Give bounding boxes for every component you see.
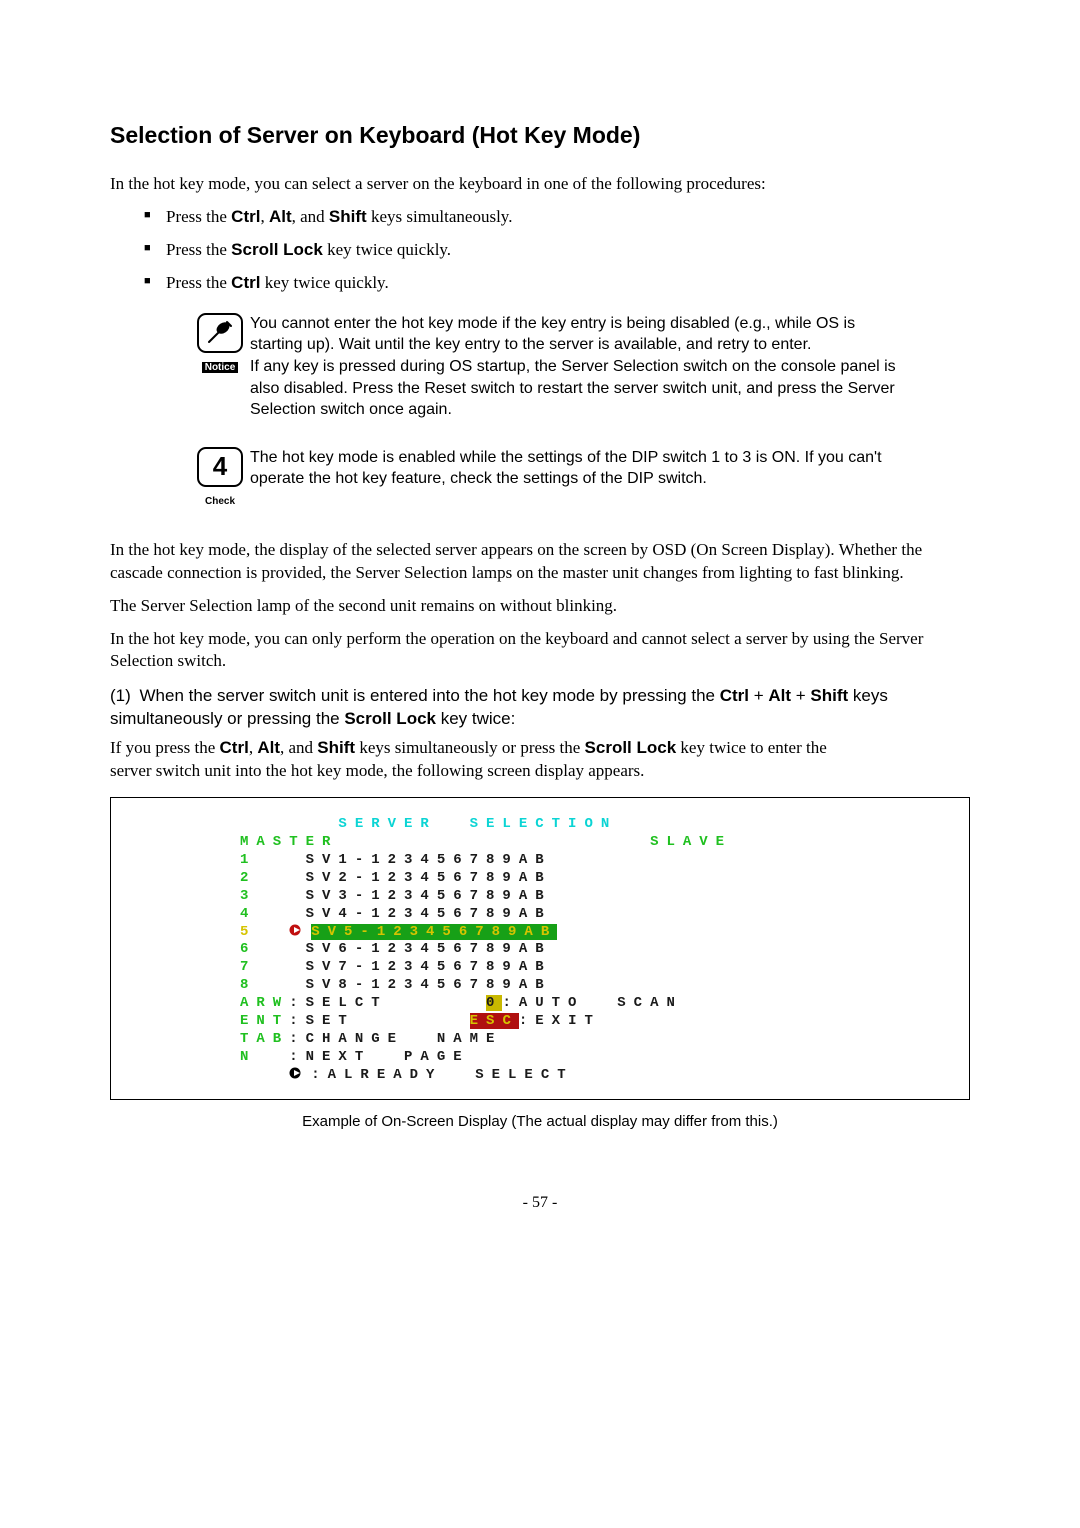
figure-caption: Example of On-Screen Display (The actual… xyxy=(110,1112,970,1132)
check-num-icon: 4 xyxy=(197,447,243,487)
osd-figure: SERVER SELECTIONMASTER SLAVE1 SV1-123456… xyxy=(110,797,970,1100)
procedure-subtext: If you press the Ctrl, Alt, and Shift ke… xyxy=(110,737,870,783)
intro-text: In the hot key mode, you can select a se… xyxy=(110,173,970,196)
notice-text: You cannot enter the hot key mode if the… xyxy=(250,313,900,356)
pin-icon xyxy=(197,313,243,353)
body-text: In the hot key mode, you can only perfor… xyxy=(110,628,970,674)
check-text: The hot key mode is enabled while the se… xyxy=(250,447,900,511)
check-block: 4 Check The hot key mode is enabled whil… xyxy=(190,447,970,511)
notice-text: If any key is pressed during OS startup,… xyxy=(250,356,900,421)
list-item: Press the Ctrl, Alt, and Shift keys simu… xyxy=(134,206,970,229)
notice-block: Notice You cannot enter the hot key mode… xyxy=(190,313,970,421)
body-text: In the hot key mode, the display of the … xyxy=(110,539,970,585)
procedure-heading: (1) When the server switch unit is enter… xyxy=(110,685,970,731)
page-title: Selection of Server on Keyboard (Hot Key… xyxy=(110,120,970,151)
list-item: Press the Ctrl key twice quickly. xyxy=(134,272,970,295)
check-label: Check xyxy=(202,496,238,507)
hotkey-procedure-list: Press the Ctrl, Alt, and Shift keys simu… xyxy=(134,206,970,295)
list-item: Press the Scroll Lock key twice quickly. xyxy=(134,239,970,262)
notice-label: Notice xyxy=(202,362,239,373)
body-text: The Server Selection lamp of the second … xyxy=(110,595,970,618)
page-number: - 57 - xyxy=(110,1192,970,1214)
